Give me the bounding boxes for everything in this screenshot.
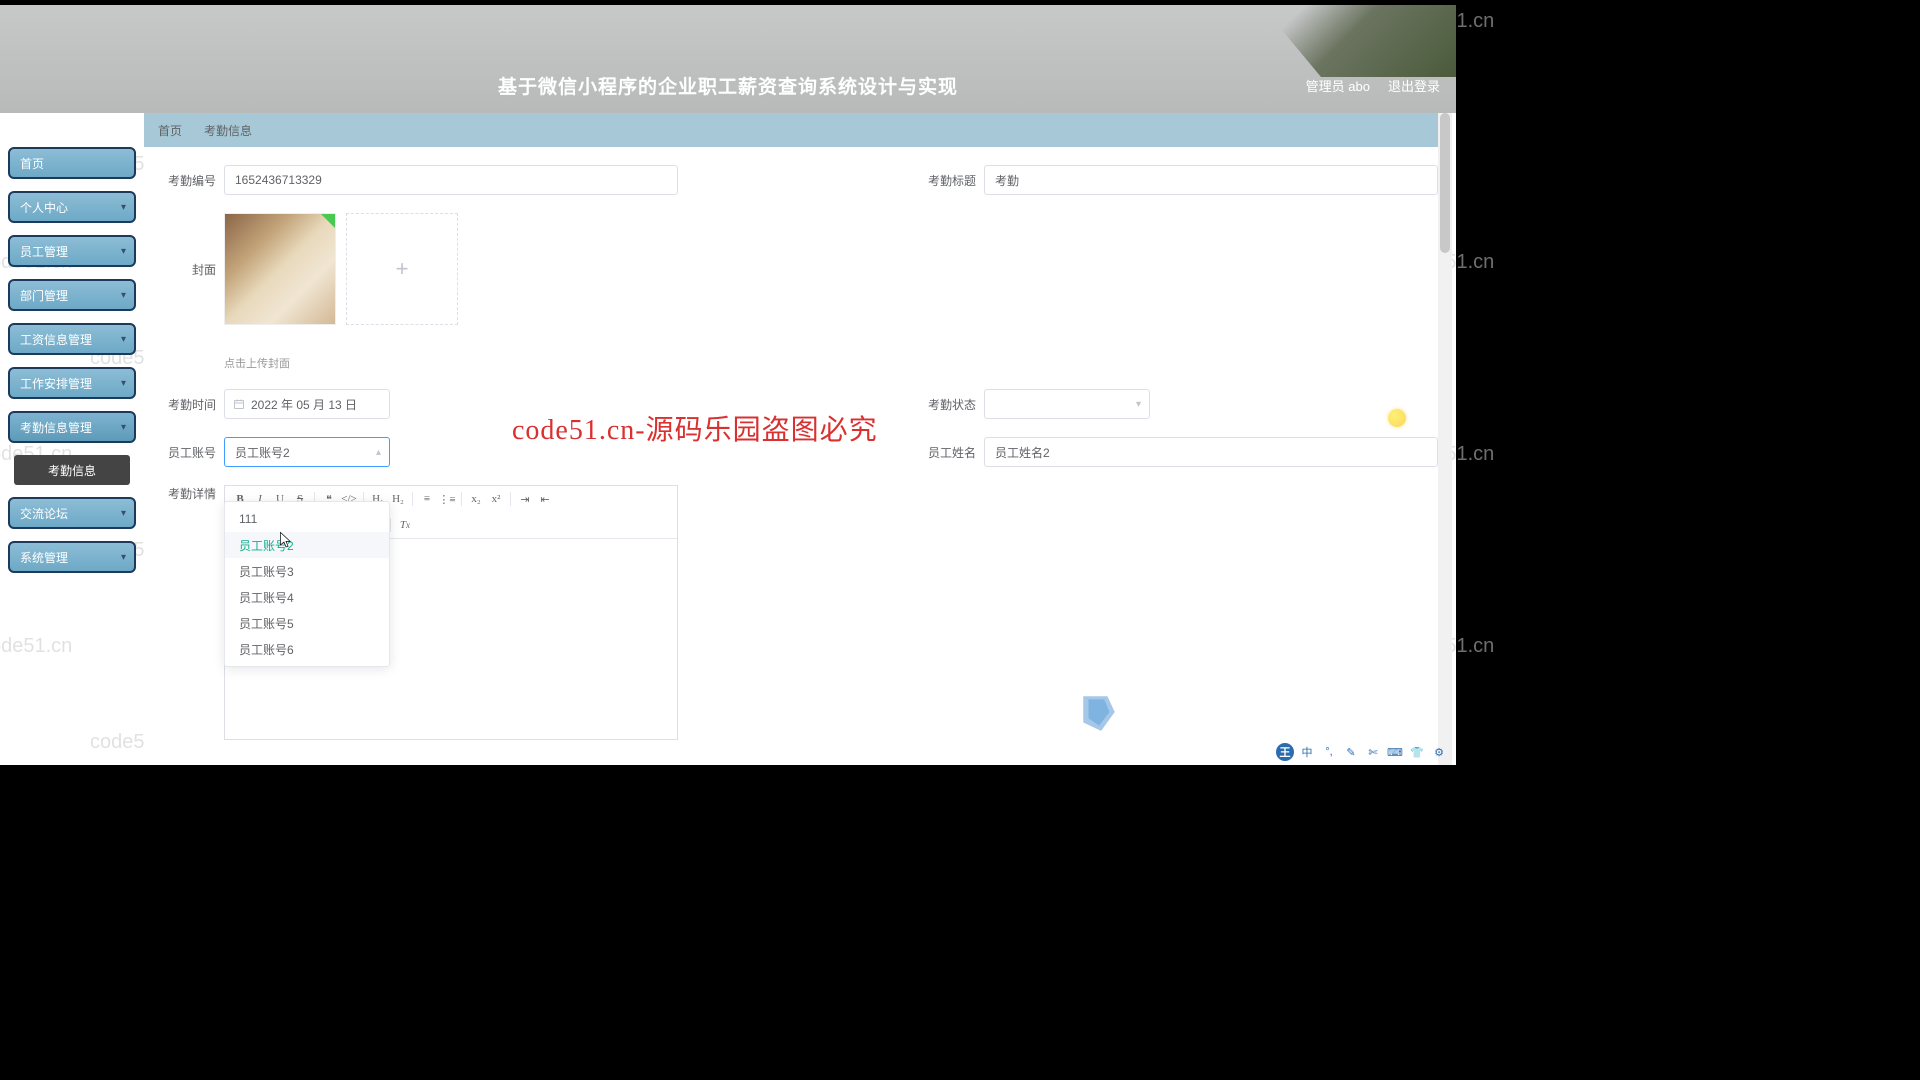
admin-user-link[interactable]: 管理员 abo <box>1306 76 1370 95</box>
sidebar-item-label: 考勤信息管理 <box>20 419 92 436</box>
sidebar-item-home[interactable]: 首页 <box>8 147 136 179</box>
moon-icon <box>1388 409 1406 427</box>
sidebar-sub-attendance-info[interactable]: 考勤信息 <box>14 455 130 485</box>
sidebar-item-employee[interactable]: 员工管理 ▾ <box>8 235 136 267</box>
sidebar-item-profile[interactable]: 个人中心 ▾ <box>8 191 136 223</box>
tab-attendance[interactable]: 考勤信息 <box>204 122 252 139</box>
ime-scissors-icon[interactable]: ✄ <box>1364 743 1382 761</box>
select-attendance-status[interactable]: ▾ <box>984 389 1150 419</box>
dropdown-option[interactable]: 员工账号6 <box>225 636 389 662</box>
plus-icon: + <box>396 256 409 282</box>
content-panel: 首页 考勤信息 考勤编号 考勤标题 <box>144 113 1452 765</box>
editor-sup-button[interactable]: x² <box>487 490 505 508</box>
sidebar: 首页 个人中心 ▾ 员工管理 ▾ 部门管理 ▾ 工资信息管理 ▾ 工作安排管理 ▾ 考勤信… <box>0 113 144 765</box>
chevron-down-icon: ▾ <box>121 334 126 345</box>
cover-hint: 点击上传封面 <box>224 355 458 371</box>
sidebar-item-schedule[interactable]: 工作安排管理 ▾ <box>8 367 136 399</box>
ime-cn-icon[interactable]: 中 <box>1298 743 1316 761</box>
input-attendance-title[interactable] <box>984 165 1438 195</box>
label-employee-account: 员工账号 <box>158 444 224 461</box>
dropdown-option[interactable]: 员工账号2 <box>225 532 389 558</box>
cover-thumbnail[interactable] <box>224 213 336 325</box>
logout-link[interactable]: 退出登录 <box>1388 76 1440 95</box>
label-cover: 封面 <box>158 213 224 278</box>
ime-toolbar: 王 中 °, ✎ ✄ ⌨ 👕 ⚙ <box>1276 743 1448 761</box>
label-attendance-id: 考勤编号 <box>158 172 224 189</box>
label-employee-name: 员工姓名 <box>918 444 984 461</box>
select-employee-account[interactable]: 员工账号2 ▴ <box>224 437 390 467</box>
label-attendance-title: 考勤标题 <box>918 172 984 189</box>
ime-shirt-icon[interactable]: 👕 <box>1408 743 1426 761</box>
decoration-blob <box>1078 691 1120 733</box>
input-attendance-date[interactable]: 2022 年 05 月 13 日 <box>224 389 390 419</box>
ime-main-icon[interactable]: 王 <box>1276 743 1294 761</box>
ime-keyboard-icon[interactable]: ⌨ <box>1386 743 1404 761</box>
scrollbar-thumb[interactable] <box>1440 113 1450 253</box>
sidebar-item-label: 工作安排管理 <box>20 375 92 392</box>
sidebar-item-department[interactable]: 部门管理 ▾ <box>8 279 136 311</box>
employee-account-dropdown: 111 员工账号2 员工账号3 员工账号4 员工账号5 员工账号6 <box>224 501 390 667</box>
label-attendance-status: 考勤状态 <box>918 396 984 413</box>
sidebar-item-label: 交流论坛 <box>20 505 68 522</box>
editor-sub-button[interactable]: x₂ <box>467 490 485 508</box>
calendar-icon <box>233 398 245 410</box>
input-employee-name[interactable] <box>984 437 1438 467</box>
sidebar-item-label: 员工管理 <box>20 243 68 260</box>
chevron-down-icon: ▾ <box>1136 399 1141 410</box>
editor-outdent-button[interactable]: ⇤ <box>536 490 554 508</box>
label-attendance-time: 考勤时间 <box>158 396 224 413</box>
sidebar-item-system[interactable]: 系统管理 ▾ <box>8 541 136 573</box>
chevron-down-icon: ▾ <box>121 422 126 433</box>
dropdown-option[interactable]: 111 <box>225 506 389 532</box>
editor-clear-format-button[interactable]: Tx <box>396 516 414 534</box>
ime-settings-icon[interactable]: ⚙ <box>1430 743 1448 761</box>
page-title: 基于微信小程序的企业职工薪资查询系统设计与实现 <box>0 72 1456 99</box>
dropdown-option[interactable]: 员工账号5 <box>225 610 389 636</box>
chevron-down-icon: ▾ <box>121 508 126 519</box>
chevron-down-icon: ▾ <box>121 552 126 563</box>
editor-indent-button[interactable]: ⇥ <box>516 490 534 508</box>
sidebar-item-salary[interactable]: 工资信息管理 ▾ <box>8 323 136 355</box>
chevron-down-icon: ▾ <box>121 202 126 213</box>
chevron-up-icon: ▴ <box>376 447 381 458</box>
scrollbar[interactable] <box>1438 113 1452 765</box>
tab-home[interactable]: 首页 <box>158 122 182 139</box>
sidebar-item-label: 工资信息管理 <box>20 331 92 348</box>
page-header: 基于微信小程序的企业职工薪资查询系统设计与实现 管理员 abo 退出登录 <box>0 5 1456 113</box>
sidebar-item-label: 部门管理 <box>20 287 68 304</box>
date-value: 2022 年 05 月 13 日 <box>251 396 357 413</box>
input-attendance-id[interactable] <box>224 165 678 195</box>
sidebar-item-label: 个人中心 <box>20 199 68 216</box>
sidebar-item-forum[interactable]: 交流论坛 ▾ <box>8 497 136 529</box>
ime-punct-icon[interactable]: °, <box>1320 743 1338 761</box>
ime-edit-icon[interactable]: ✎ <box>1342 743 1360 761</box>
sidebar-item-label: 系统管理 <box>20 549 68 566</box>
editor-h2-button[interactable]: H₂ <box>389 490 407 508</box>
breadcrumb-tabs: 首页 考勤信息 <box>144 113 1452 147</box>
sidebar-item-label: 首页 <box>20 155 44 172</box>
dropdown-option[interactable]: 员工账号4 <box>225 584 389 610</box>
editor-ul-button[interactable]: ⋮≡ <box>438 490 456 508</box>
select-value: 员工账号2 <box>235 444 290 461</box>
label-attendance-detail: 考勤详情 <box>158 485 224 502</box>
sidebar-item-attendance[interactable]: 考勤信息管理 ▾ <box>8 411 136 443</box>
chevron-down-icon: ▾ <box>121 290 126 301</box>
editor-ol-button[interactable]: ≡ <box>418 490 436 508</box>
dropdown-option[interactable]: 员工账号3 <box>225 558 389 584</box>
chevron-down-icon: ▾ <box>121 246 126 257</box>
cover-upload-button[interactable]: + <box>346 213 458 325</box>
chevron-down-icon: ▾ <box>121 378 126 389</box>
